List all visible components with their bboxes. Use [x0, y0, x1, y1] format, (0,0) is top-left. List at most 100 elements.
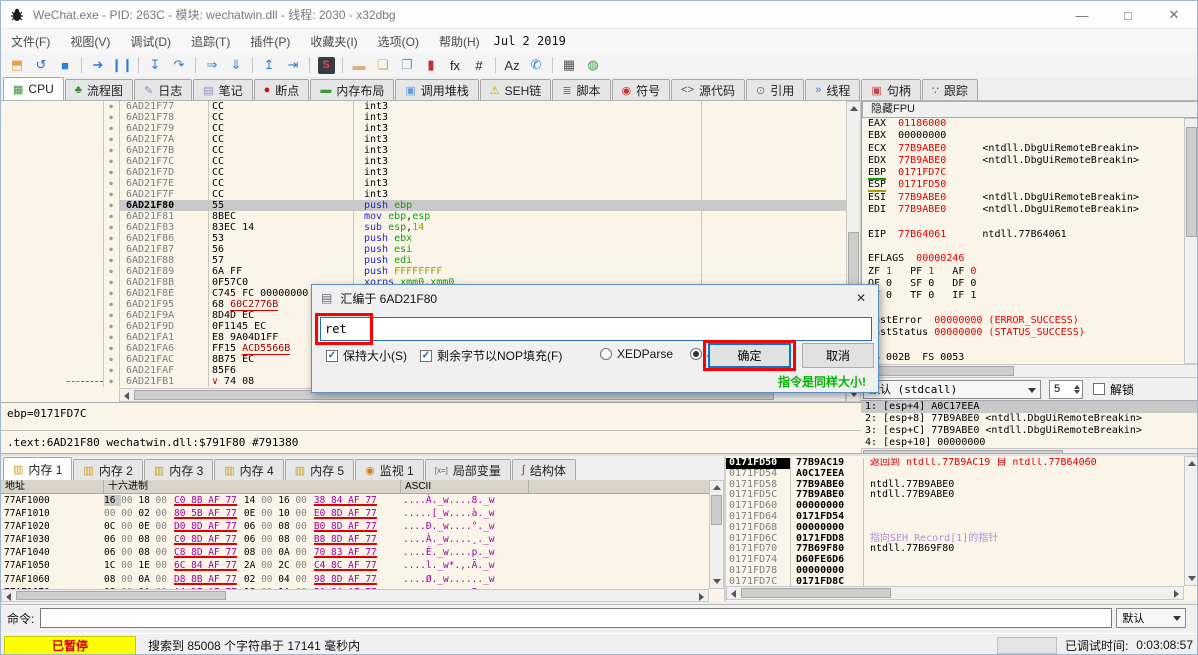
register-line[interactable]: CF 0 TF 0 IF 1 — [868, 290, 1184, 302]
patches-icon[interactable]: ▬ — [348, 55, 370, 75]
argument-row[interactable]: 1: [esp+4] A0C17EEA — [861, 401, 1198, 413]
disasm-row[interactable]: ●6AD21F7DCCint3 — [1, 167, 846, 178]
breakpoint-dot-icon[interactable]: ● — [103, 167, 119, 178]
stack-panel[interactable]: 0171FD5077B9AC19返回到 ntdll.77B9AC19 自 ntd… — [726, 456, 1198, 601]
register-line[interactable]: LastError 00000000 (ERROR_SUCCESS) — [868, 315, 1184, 327]
breakpoint-dot-icon[interactable]: ● — [103, 310, 119, 321]
disasm-row[interactable]: ●6AD21F8055push ebp — [1, 200, 846, 211]
register-line[interactable]: LastStatus 00000000 (STATUS_SUCCESS) — [868, 327, 1184, 339]
trace-into-icon[interactable]: ⇒ — [201, 55, 223, 75]
registers-vertical-scrollbar[interactable] — [1184, 118, 1198, 364]
argument-count-stepper[interactable]: 5 — [1049, 380, 1083, 399]
settings-icon[interactable]: S — [315, 55, 337, 75]
breakpoint-dot-icon[interactable]: ● — [103, 145, 119, 156]
open-file-icon[interactable]: ⬒ — [6, 55, 28, 75]
breakpoint-dot-icon[interactable]: ● — [103, 134, 119, 145]
argument-row[interactable]: 4: [esp+10] 00000000 — [861, 437, 1198, 448]
breakpoint-dot-icon[interactable]: ● — [103, 288, 119, 299]
unlock-checkbox[interactable] — [1093, 383, 1105, 395]
breakpoint-dot-icon[interactable]: ● — [103, 343, 119, 354]
menu-item-5[interactable]: 收藏夹(I) — [300, 29, 367, 54]
tab-locals[interactable]: [x=]局部变量 — [425, 459, 511, 480]
tab-struct[interactable]: ∫结构体 — [512, 459, 576, 480]
breakpoint-dot-icon[interactable]: ● — [103, 222, 119, 233]
stack-row[interactable]: 0171FD7C0171FD8C — [726, 577, 1185, 586]
disasm-row[interactable]: ●6AD21F7FCCint3 — [1, 189, 846, 200]
dump-row[interactable]: 77AF103006 00 08 00C0 8D AF 7706 00 08 0… — [1, 533, 709, 546]
disasm-row[interactable]: ●6AD21F818BECmov ebp,esp — [1, 211, 846, 222]
maximize-button[interactable]: □ — [1105, 1, 1151, 29]
stack-horizontal-scrollbar[interactable] — [726, 586, 1184, 600]
register-line[interactable]: EIP 77B64061 ntdll.77B64061 — [868, 229, 1184, 241]
labels-icon[interactable]: ❐ — [396, 55, 418, 75]
stack-row[interactable]: 0171FD7800000000 — [726, 566, 1185, 577]
register-line[interactable] — [868, 241, 1184, 253]
breakpoint-dot-icon[interactable]: ● — [103, 112, 119, 123]
breakpoint-dot-icon[interactable]: ● — [103, 233, 119, 244]
tab-dump-5[interactable]: ▥内存 5 — [285, 459, 354, 480]
stack-row[interactable]: 0171FD6000000000 — [726, 501, 1185, 512]
breakpoint-dot-icon[interactable]: ● — [103, 266, 119, 277]
tab-trace[interactable]: ∵跟踪 — [922, 79, 978, 100]
stack-row[interactable]: 0171FD7077B69F80ntdll.77B69F80 — [726, 544, 1185, 555]
assemble-instruction-input[interactable] — [320, 317, 872, 341]
stack-row[interactable]: 0171FD5877B9ABE0ntdll.77B9ABE0 — [726, 480, 1185, 491]
hash-icon[interactable]: # — [468, 55, 490, 75]
command-input[interactable] — [40, 608, 1112, 628]
run-to-user-code-icon[interactable]: ⇥ — [282, 55, 304, 75]
tab-threads[interactable]: »线程 — [805, 79, 860, 100]
disasm-row[interactable]: ●6AD21F8857push edi — [1, 255, 846, 266]
tab-dump-3[interactable]: ▥内存 3 — [144, 459, 213, 480]
help-globe-icon[interactable]: ◍ — [582, 55, 604, 75]
dialog-close-icon[interactable]: ✕ — [852, 290, 870, 306]
register-line[interactable] — [868, 302, 1184, 314]
stack-row[interactable]: 0171FD640171FD54 — [726, 512, 1185, 523]
disasm-row[interactable]: ●6AD21F8383EC 14sub esp,14 — [1, 222, 846, 233]
breakpoint-dot-icon[interactable]: ● — [103, 178, 119, 189]
run-icon[interactable]: ➜ — [87, 55, 109, 75]
register-line[interactable]: ESI 77B9ABE0 <ntdll.DbgUiRemoteBreakin> — [868, 192, 1184, 204]
breakpoint-dot-icon[interactable]: ● — [103, 255, 119, 266]
register-line[interactable] — [868, 339, 1184, 351]
dump-row[interactable]: 77AF106008 00 0A 00D8 8B AF 7702 00 04 0… — [1, 573, 709, 586]
argument-row[interactable]: 2: [esp+8] 77B9ABE0 <ntdll.DbgUiRemoteBr… — [861, 413, 1198, 425]
register-line[interactable]: GS 002B FS 0053 — [868, 352, 1184, 364]
tab-handles[interactable]: ▣句柄 — [861, 79, 920, 100]
disasm-row[interactable]: ●6AD21F8756push esi — [1, 244, 846, 255]
register-line[interactable]: EBP 0171FD7C — [868, 167, 1184, 179]
menu-item-6[interactable]: 选项(O) — [368, 29, 429, 54]
tab-call-stack[interactable]: ▣调用堆栈 — [395, 79, 478, 100]
register-line[interactable]: EDX 77B9ABE0 <ntdll.DbgUiRemoteBreakin> — [868, 155, 1184, 167]
breakpoint-dot-icon[interactable]: ● — [103, 365, 119, 376]
breakpoint-dot-icon[interactable]: ● — [103, 156, 119, 167]
breakpoint-dot-icon[interactable]: ● — [103, 244, 119, 255]
breakpoint-dot-icon[interactable]: ● — [103, 123, 119, 134]
register-line[interactable]: ZF 1 PF 1 AF 0 — [868, 266, 1184, 278]
dump-row[interactable]: 77AF104006 00 08 00C8 8D AF 7708 00 0A 0… — [1, 546, 709, 559]
comments-icon[interactable]: ❏ — [372, 55, 394, 75]
dump-row[interactable]: 77AF100016 00 18 00C0 8B AF 7714 00 16 0… — [1, 494, 709, 507]
register-line[interactable] — [868, 216, 1184, 228]
disasm-row[interactable]: ●6AD21F7BCCint3 — [1, 145, 846, 156]
trace-over-icon[interactable]: ⇓ — [225, 55, 247, 75]
argument-row[interactable]: 3: [esp+C] 77B9ABE0 <ntdll.DbgUiRemoteBr… — [861, 425, 1198, 437]
functions-icon[interactable]: fx — [444, 55, 466, 75]
breakpoint-dot-icon[interactable]: ● — [103, 277, 119, 288]
tab-cpu[interactable]: ▦CPU — [3, 77, 64, 100]
tab-breakpoints[interactable]: ●断点 — [254, 79, 310, 100]
tab-dump-4[interactable]: ▥内存 4 — [214, 459, 283, 480]
stack-row[interactable]: 0171FD74D60FE6D6 — [726, 555, 1185, 566]
cancel-button[interactable]: 取消 — [802, 343, 874, 368]
register-line[interactable]: ECX 77B9ABE0 <ntdll.DbgUiRemoteBreakin> — [868, 143, 1184, 155]
disasm-row[interactable]: ●6AD21F896A FFpush FFFFFFFF — [1, 266, 846, 277]
register-line[interactable]: OF 0 SF 0 DF 0 — [868, 278, 1184, 290]
bookmarks-icon[interactable]: ▮ — [420, 55, 442, 75]
ok-button[interactable]: 确定 — [708, 343, 791, 368]
tab-notes[interactable]: ▤笔记 — [193, 79, 252, 100]
dump-row[interactable]: 77AF10200C 00 0E 00D0 8D AF 7706 00 08 0… — [1, 520, 709, 533]
keep-size-checkbox[interactable]: ✓ 保持大小(S) — [326, 347, 407, 364]
calculator-icon[interactable]: ▦ — [558, 55, 580, 75]
pause-icon[interactable]: ❙❙ — [111, 55, 133, 75]
execute-till-return-icon[interactable]: ↥ — [258, 55, 280, 75]
menu-item-1[interactable]: 视图(V) — [60, 29, 120, 54]
